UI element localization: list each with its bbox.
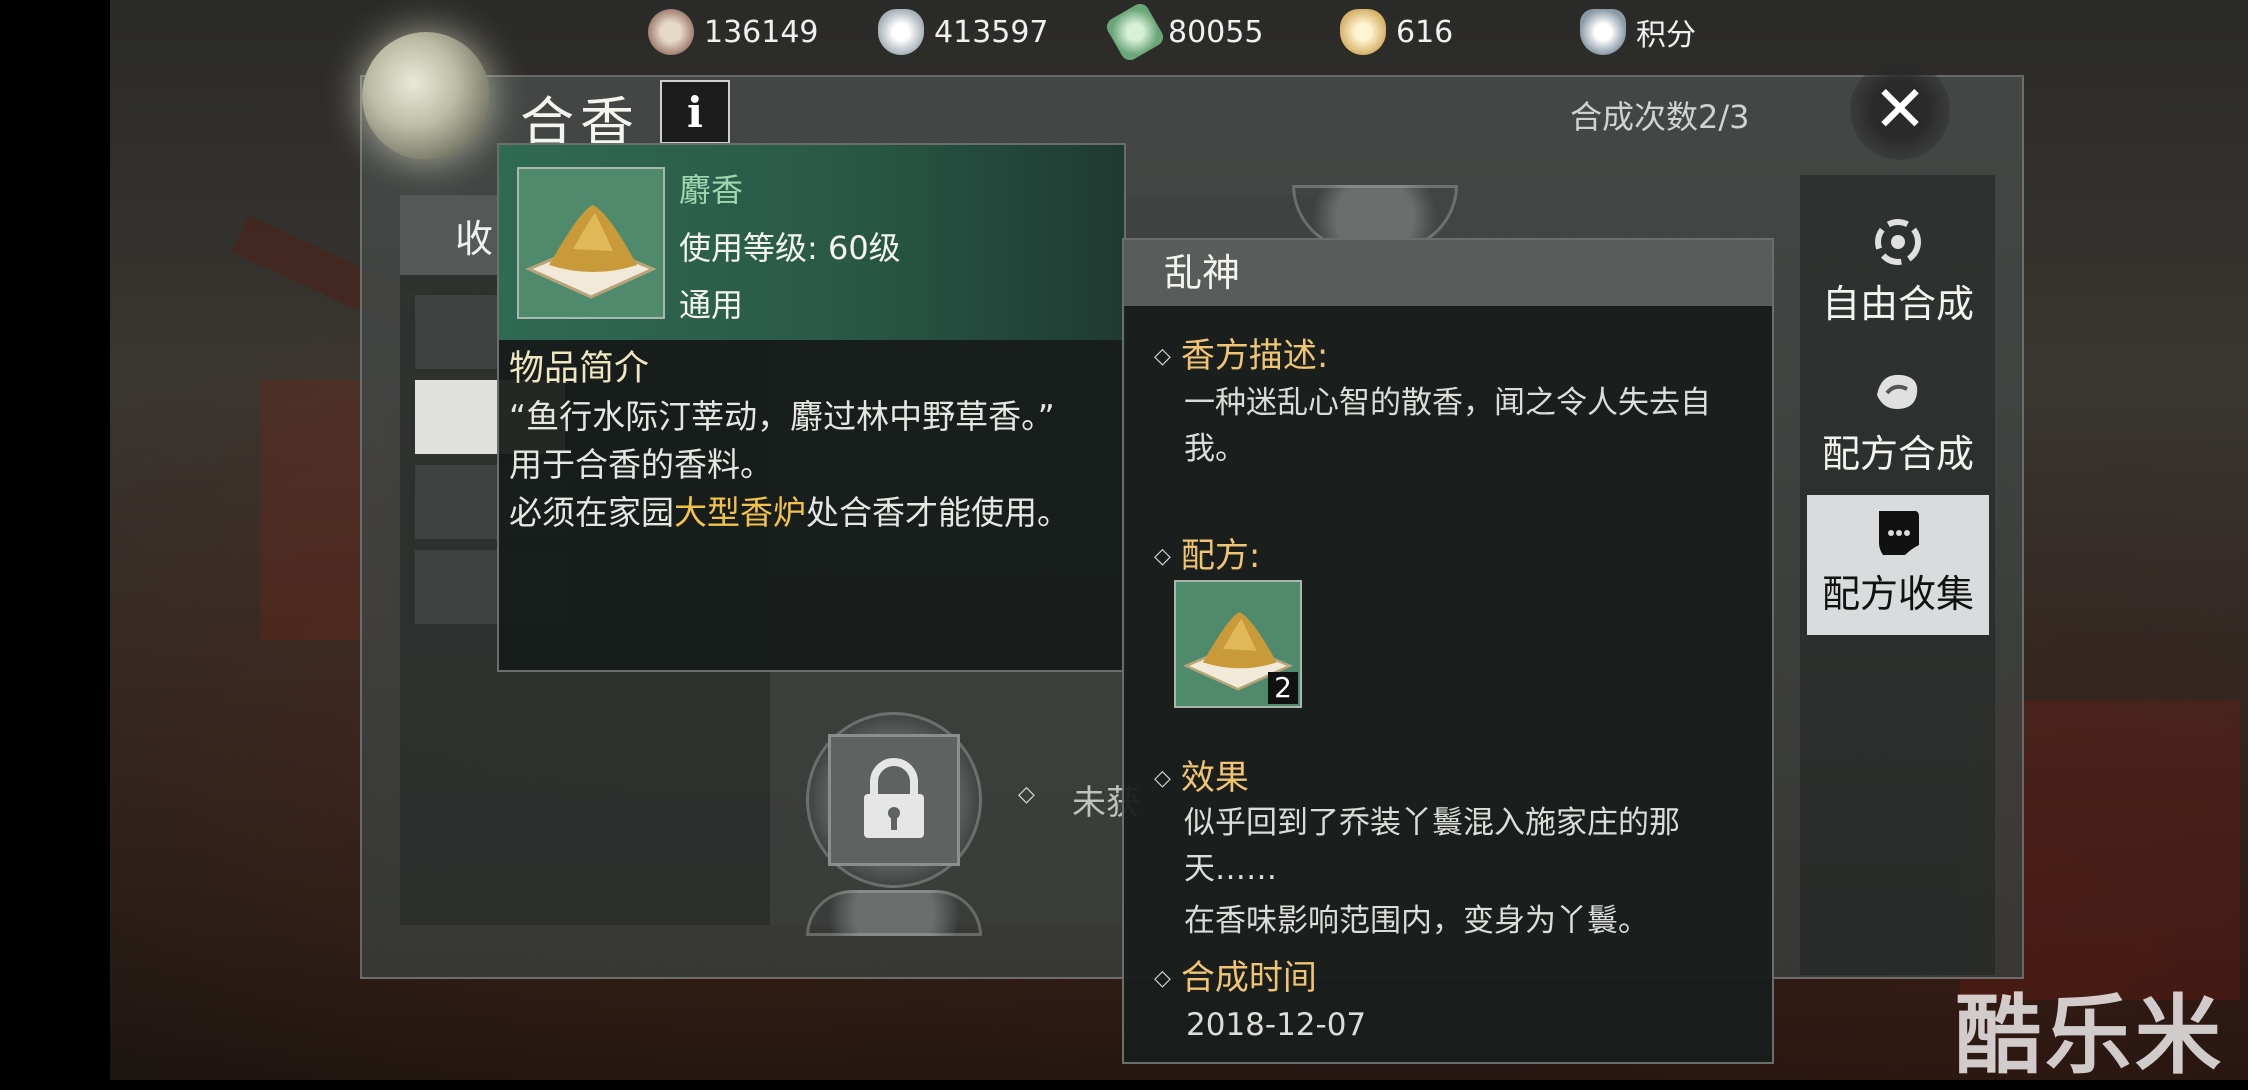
recipe-effect-title: ◇ 效果: [1154, 758, 1249, 798]
craft-count: 合成次数2/3: [1570, 98, 1750, 136]
currency-jade[interactable]: 80055: [1103, 0, 1263, 64]
ingredient-musk-slot[interactable]: 2: [1174, 580, 1302, 708]
currency-silver[interactable]: 413597: [878, 8, 1049, 56]
padlock-icon: [864, 758, 924, 838]
recipe-desc-text: 一种迷乱心智的散香，闻之令人失去自我。: [1184, 385, 1711, 467]
copper-coin-add-icon: [648, 9, 694, 55]
jade-add-icon: [1103, 0, 1167, 64]
tab-recipe-craft[interactable]: 配方合成: [1807, 355, 1989, 495]
recipe-slot-locked[interactable]: [806, 890, 982, 936]
free-craft-icon: [1871, 215, 1925, 269]
ingredient-quantity: 2: [1268, 672, 1298, 704]
musk-item-icon: [517, 167, 665, 319]
item-intro-title: 物品简介: [509, 349, 650, 389]
tab-label: 配方合成: [1821, 432, 1974, 476]
incense-burner-highlight: 大型香炉: [674, 493, 806, 532]
recipe-scroll-icon: [1871, 505, 1925, 559]
diamond-bullet-icon: ◇: [1154, 544, 1171, 569]
recipe-slot-locked-box[interactable]: [828, 734, 960, 866]
item-description: 物品简介 “鱼行水际汀莘动，麝过林中野草香。” 用于合香的香料。 必须在家园大型…: [509, 345, 1109, 537]
item-tooltip: 麝香 使用等级: 60级 通用 物品简介 “鱼行水际汀莘动，麝过林中野草香。” …: [497, 143, 1126, 672]
tab-free-craft[interactable]: 自由合成: [1807, 205, 1989, 345]
watermark: 酷乐米: [1955, 986, 2225, 1086]
diamond-bullet-icon: ◇: [1154, 766, 1171, 791]
info-button[interactable]: i: [660, 80, 730, 144]
tab-label: 自由合成: [1821, 282, 1974, 326]
recipe-name: 乱神: [1124, 240, 1772, 306]
craft-time-value: 2018-12-07: [1186, 1007, 1367, 1043]
craft-time-title: ◇ 合成时间: [1154, 958, 1317, 998]
recipe-effect-text: 似乎回到了乔装丫鬟混入施家庄的那天…… 在香味影响范围内，变身为丫鬟。: [1184, 805, 1680, 939]
recipe-ingredients-title: ◇ 配方:: [1154, 536, 1261, 576]
item-usage: 用于合香的香料。: [509, 445, 773, 484]
item-name: 麝香: [679, 171, 744, 209]
silver-ingot-add-icon: [878, 9, 924, 55]
currency-score[interactable]: 积分: [1580, 8, 1696, 56]
tab-label: 配方收集: [1821, 572, 1974, 616]
currency-gold[interactable]: 616: [1340, 8, 1453, 56]
recipe-tooltip: 乱神 ◇ 香方描述: 一种迷乱心智的散香，闻之令人失去自我。 ◇ 配方: 2 ◇ 效果…: [1122, 238, 1774, 1064]
score-shield-icon: [1580, 9, 1626, 55]
recipe-desc-title: ◇ 香方描述:: [1154, 336, 1329, 376]
close-button[interactable]: ✕: [1850, 60, 1950, 160]
diamond-bullet-icon: ◇: [1154, 344, 1171, 369]
gold-ingot-add-icon: [1340, 9, 1386, 55]
moon-emblem: [362, 32, 490, 160]
tab-recipe-collection[interactable]: 配方收集: [1807, 495, 1989, 635]
item-level: 使用等级: 60级: [679, 229, 901, 267]
currency-copper[interactable]: 136149: [648, 8, 819, 56]
recipe-craft-icon: [1871, 365, 1925, 419]
item-requirement: 必须在家园大型香炉处合香才能使用。: [509, 493, 1070, 532]
item-type: 通用: [679, 286, 744, 324]
diamond-bullet-icon: ◇: [1154, 966, 1171, 991]
close-icon: ✕: [1873, 73, 1927, 147]
item-quote: “鱼行水际汀莘动，麝过林中野草香。”: [509, 397, 1055, 436]
diamond-bullet-icon: ◇: [1018, 782, 1035, 807]
